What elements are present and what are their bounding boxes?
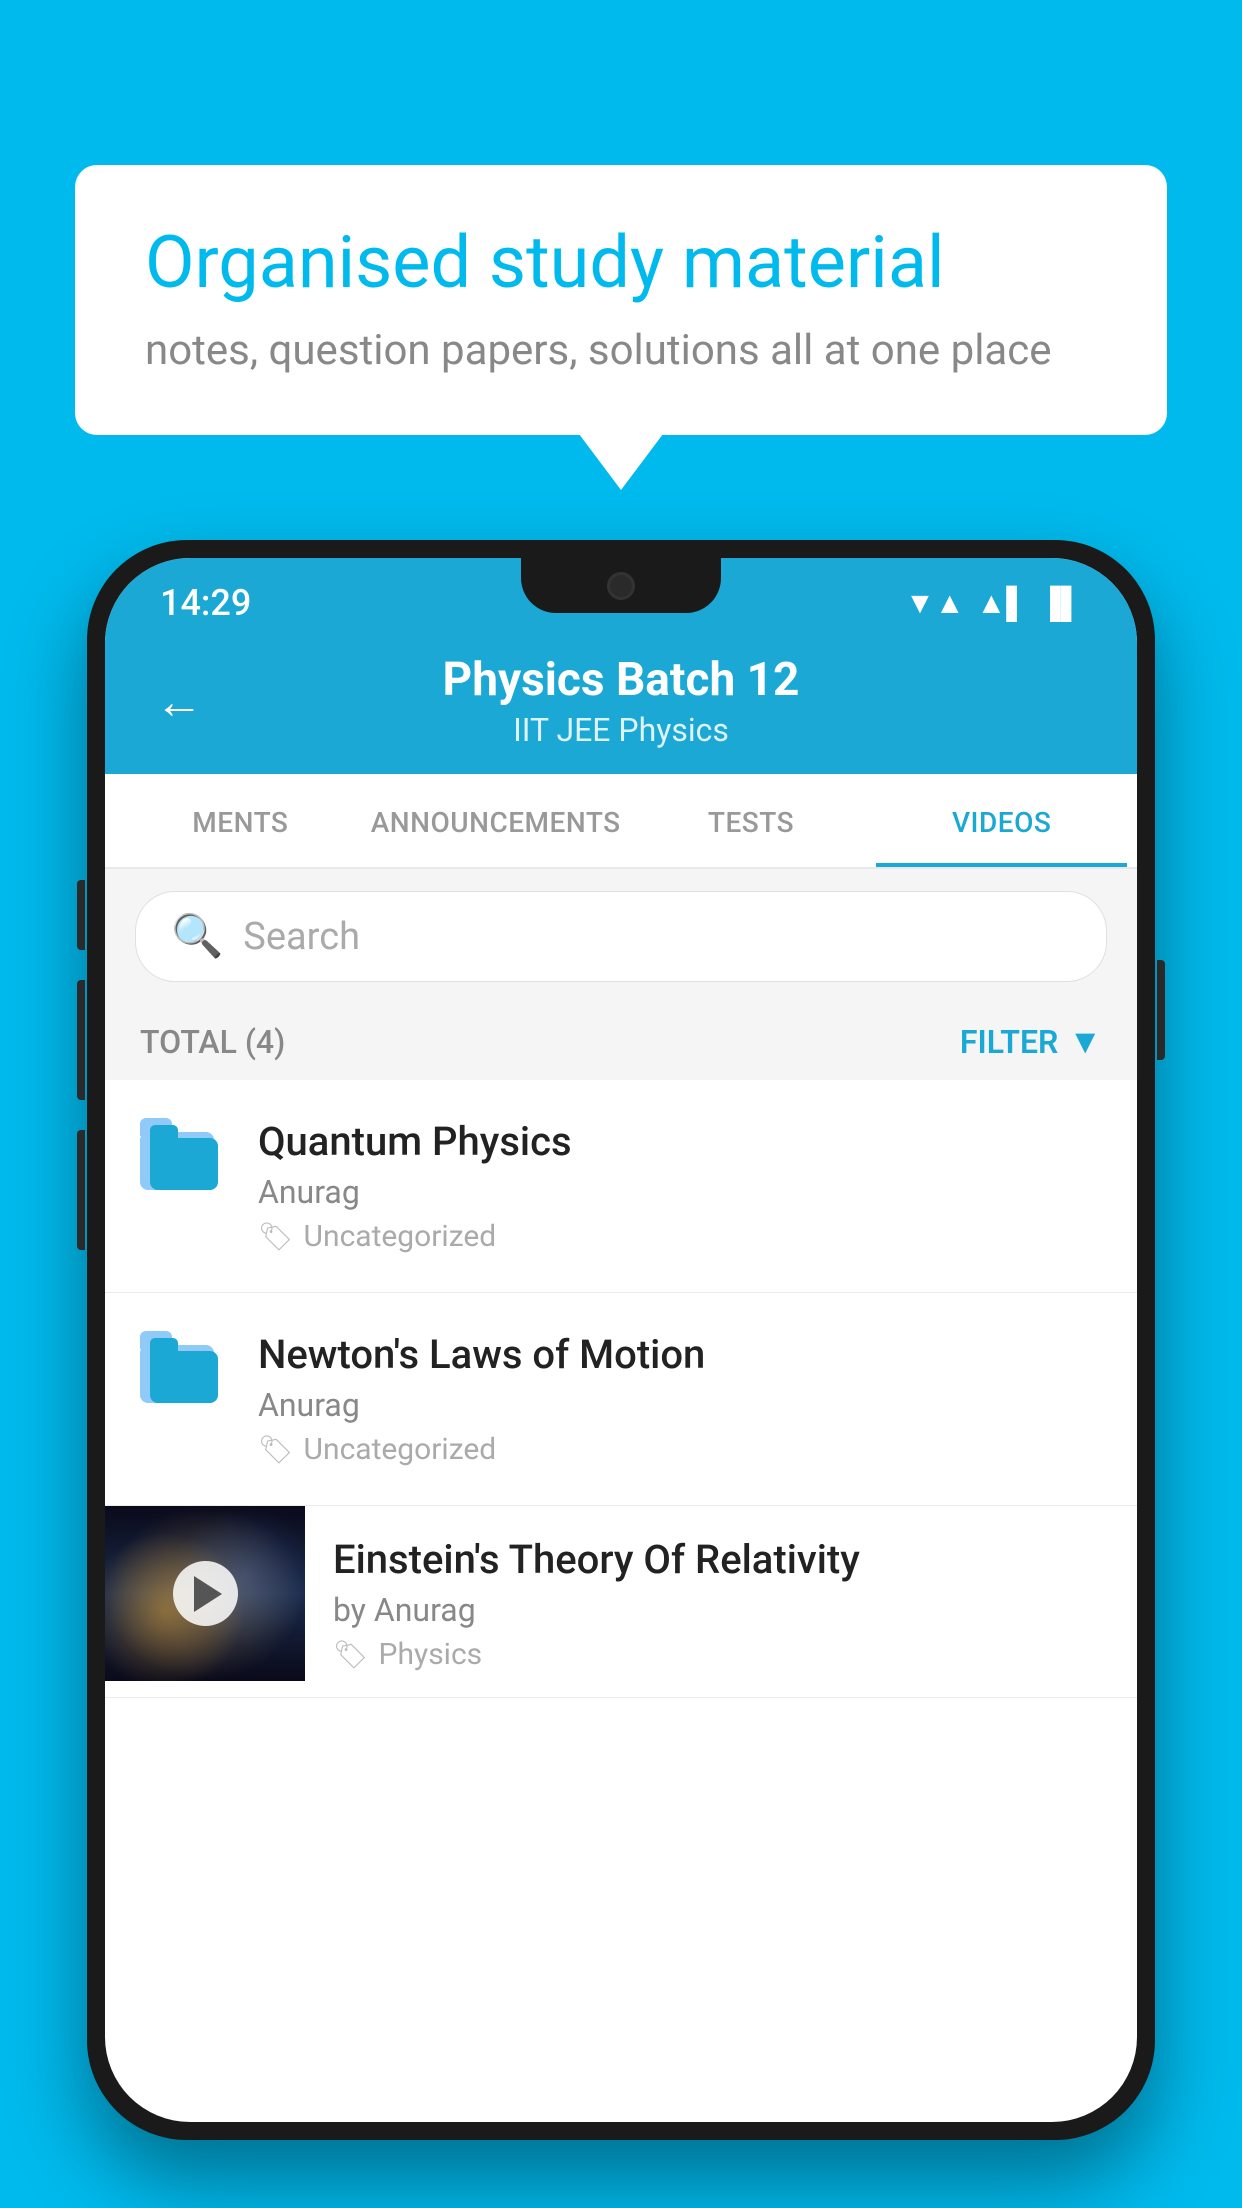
item-tag: 🏷 Uncategorized xyxy=(258,1219,1102,1254)
item-title: Newton's Laws of Motion xyxy=(258,1331,1102,1378)
list-item-video[interactable]: Einstein's Theory Of Relativity by Anura… xyxy=(105,1506,1137,1698)
phone-frame: 14:29 ▼▲ ▲▌ ▐▌ ← Physics Batch 12 IIT JE… xyxy=(87,540,1155,2208)
tag-icon: 🏷 xyxy=(333,1638,369,1671)
status-time: 14:29 xyxy=(160,582,251,624)
tag-label: Physics xyxy=(379,1637,483,1672)
list-item[interactable]: Newton's Laws of Motion Anurag 🏷 Uncateg… xyxy=(105,1293,1137,1506)
search-placeholder: Search xyxy=(243,915,360,959)
wifi-icon: ▼▲ xyxy=(905,586,964,621)
status-icons: ▼▲ ▲▌ ▐▌ xyxy=(905,586,1082,621)
video-thumbnail xyxy=(105,1506,305,1681)
volume-up-button xyxy=(77,980,85,1100)
list-item[interactable]: Quantum Physics Anurag 🏷 Uncategorized xyxy=(105,1080,1137,1293)
video-title: Einstein's Theory Of Relativity xyxy=(333,1536,1107,1583)
filter-button[interactable]: FILTER ▼ xyxy=(960,1022,1102,1062)
signal-icon: ▲▌ xyxy=(977,586,1028,621)
speech-bubble: Organised study material notes, question… xyxy=(75,165,1167,435)
front-camera xyxy=(607,572,635,600)
tabs-bar: MENTS ANNOUNCEMENTS TESTS VIDEOS xyxy=(105,774,1137,869)
volume-silent-button xyxy=(77,880,85,950)
tab-tests[interactable]: TESTS xyxy=(626,774,877,867)
tab-announcements[interactable]: ANNOUNCEMENTS xyxy=(366,774,626,867)
video-content: Einstein's Theory Of Relativity by Anura… xyxy=(305,1506,1137,1697)
phone-screen: 14:29 ▼▲ ▲▌ ▐▌ ← Physics Batch 12 IIT JE… xyxy=(105,558,1137,2122)
folder-icon xyxy=(140,1335,218,1403)
tag-icon: 🏷 xyxy=(258,1220,294,1253)
header-title: Physics Batch 12 xyxy=(233,653,1009,707)
app-header: ← Physics Batch 12 IIT JEE Physics xyxy=(105,633,1137,774)
item-content: Newton's Laws of Motion Anurag 🏷 Uncateg… xyxy=(258,1331,1102,1467)
search-bar[interactable]: 🔍 Search xyxy=(135,891,1107,982)
header-subtitle: IIT JEE Physics xyxy=(233,711,1009,749)
back-button[interactable]: ← xyxy=(155,673,203,730)
filter-row: TOTAL (4) FILTER ▼ xyxy=(105,1004,1137,1080)
header-title-area: Physics Batch 12 IIT JEE Physics xyxy=(233,653,1009,749)
folder-front xyxy=(150,1351,218,1403)
video-list: Quantum Physics Anurag 🏷 Uncategorized xyxy=(105,1080,1137,1698)
video-author: by Anurag xyxy=(333,1591,1107,1629)
tab-videos[interactable]: VIDEOS xyxy=(876,774,1127,867)
item-icon-area xyxy=(140,1118,230,1190)
item-tag: 🏷 Uncategorized xyxy=(258,1432,1102,1467)
item-author: Anurag xyxy=(258,1173,1102,1211)
tag-label: Uncategorized xyxy=(304,1432,497,1467)
item-author: Anurag xyxy=(258,1386,1102,1424)
play-triangle-icon xyxy=(194,1576,222,1612)
total-count: TOTAL (4) xyxy=(140,1023,285,1061)
bubble-title: Organised study material xyxy=(145,220,1097,306)
item-icon-area xyxy=(140,1331,230,1403)
tag-label: Uncategorized xyxy=(304,1219,497,1254)
power-button xyxy=(1157,960,1165,1060)
filter-label: FILTER xyxy=(960,1023,1058,1061)
bubble-subtitle: notes, question papers, solutions all at… xyxy=(145,326,1097,375)
battery-icon: ▐▌ xyxy=(1039,586,1082,621)
filter-icon: ▼ xyxy=(1068,1022,1102,1062)
tab-ments[interactable]: MENTS xyxy=(115,774,366,867)
item-title: Quantum Physics xyxy=(258,1118,1102,1165)
video-tag: 🏷 Physics xyxy=(333,1637,1107,1672)
phone-notch xyxy=(521,558,721,613)
item-content: Quantum Physics Anurag 🏷 Uncategorized xyxy=(258,1118,1102,1254)
play-button[interactable] xyxy=(173,1561,238,1626)
folder-icon xyxy=(140,1122,218,1190)
search-bar-container: 🔍 Search xyxy=(105,869,1137,1004)
search-icon: 🔍 xyxy=(171,912,223,961)
tag-icon: 🏷 xyxy=(258,1433,294,1466)
folder-front xyxy=(150,1138,218,1190)
volume-down-button xyxy=(77,1130,85,1250)
